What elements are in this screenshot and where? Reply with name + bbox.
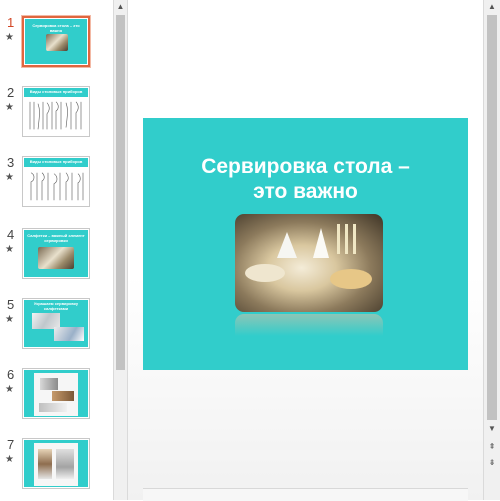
slide-number: 1 [7, 15, 15, 30]
next-slide-icon[interactable]: ⇟ [484, 456, 500, 470]
scrollbar-thumb[interactable] [116, 15, 125, 370]
scroll-up-icon[interactable]: ▲ [484, 0, 500, 14]
slide-thumbnail-2[interactable]: Виды столовых приборов [22, 86, 90, 137]
slide-thumbnail-4[interactable]: Салфетки – важный элемент сервировки [22, 228, 90, 279]
thumbnail-title: Украшаем сервировку салфетками [33, 301, 79, 311]
thumbnail-photo-collage [34, 443, 78, 486]
thumbnail-row-1[interactable]: 1 ★ Сервировка стола – это важно [0, 16, 113, 78]
thumbnail-title: Салфетки – важный элемент сервировки [27, 233, 85, 243]
main-slide-canvas[interactable]: Сервировка стола – это важно [143, 118, 468, 370]
slide-number: 4 [7, 227, 15, 242]
thumbnail-row-5[interactable]: 5 ★ Украшаем сервировку салфетками [0, 298, 113, 360]
thumbnail-photo [54, 327, 84, 341]
thumbnail-title: Виды столовых приборов [29, 159, 83, 164]
editing-area-scrollbar[interactable]: ▲ ▼ ⇞ ⇟ [483, 0, 500, 500]
slide-number: 2 [7, 85, 15, 100]
previous-slide-icon[interactable]: ⇞ [484, 440, 500, 454]
animation-star-icon: ★ [5, 32, 14, 43]
slide-thumbnail-7[interactable] [22, 438, 90, 489]
thumbnail-photo [46, 34, 68, 51]
scroll-up-icon[interactable]: ▲ [114, 0, 127, 14]
thumbnail-row-6[interactable]: 6 ★ [0, 368, 113, 430]
slide-thumbnail-1[interactable]: Сервировка стола – это важно [22, 16, 90, 67]
thumbnail-row-3[interactable]: 3 ★ Виды столовых приборов [0, 156, 113, 218]
thumbnail-row-2[interactable]: 2 ★ Виды столовых приборов [0, 86, 113, 148]
thumbnail-row-4[interactable]: 4 ★ Салфетки – важный элемент сервировки [0, 228, 113, 290]
slide-title[interactable]: Сервировка стола – это важно [143, 154, 468, 204]
scrollbar-thumb[interactable] [487, 15, 497, 420]
slide-number: 5 [7, 297, 15, 312]
animation-star-icon: ★ [5, 314, 14, 325]
thumbnail-title: Виды столовых приборов [29, 89, 83, 94]
slide-thumbnail-6[interactable] [22, 368, 90, 419]
animation-star-icon: ★ [5, 102, 14, 113]
slide-thumbnail-3[interactable]: Виды столовых приборов [22, 156, 90, 207]
animation-star-icon: ★ [5, 384, 14, 395]
animation-star-icon: ★ [5, 172, 14, 183]
slide-title-line-2: это важно [253, 180, 358, 203]
photo-reflection [235, 314, 383, 336]
animation-star-icon: ★ [5, 454, 14, 465]
slide-number: 3 [7, 155, 15, 170]
slide-thumbnail-5[interactable]: Украшаем сервировку салфетками [22, 298, 90, 349]
thumbnail-row-7[interactable]: 7 ★ [0, 438, 113, 500]
thumbnail-photo-collage [34, 373, 78, 416]
thumbnail-pane-scrollbar[interactable]: ▲ [113, 0, 128, 500]
slide-thumbnail-pane: 1 ★ Сервировка стола – это важно 2 ★ Вид… [0, 0, 113, 500]
notes-pane-edge[interactable] [143, 488, 468, 501]
table-setting-photo[interactable] [235, 214, 383, 312]
slide-number: 7 [7, 437, 15, 452]
slide-editing-area: Сервировка стола – это важно [128, 0, 483, 501]
animation-star-icon: ★ [5, 244, 14, 255]
thumbnail-title: Сервировка стола – это важно [32, 23, 80, 33]
scroll-down-icon[interactable]: ▼ [484, 422, 500, 436]
slide-number: 6 [7, 367, 15, 382]
thumbnail-photo [38, 247, 74, 269]
cutlery-sketch-image [26, 100, 86, 133]
slide-title-line-1: Сервировка стола – [201, 155, 410, 178]
cutlery-sketch-image [26, 170, 86, 203]
